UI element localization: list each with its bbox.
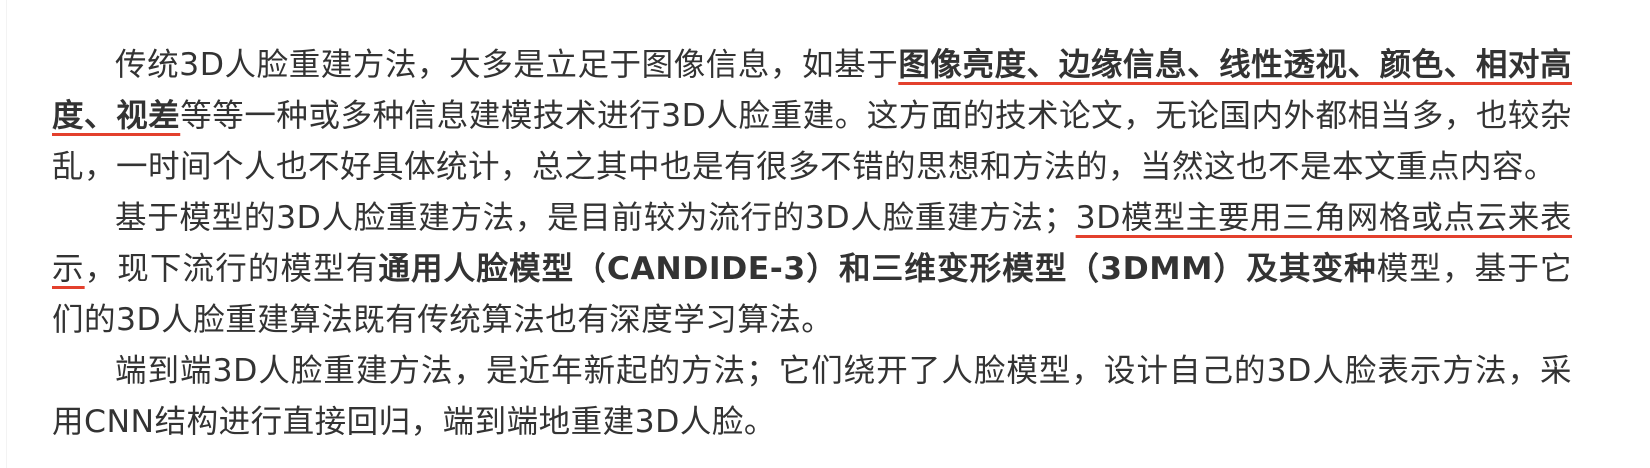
- page-edge-divider: [6, 0, 7, 468]
- paragraph-model-based-methods: 基于模型的3D人脸重建方法，是目前较为流行的3D人脸重建方法；3D模型主要用三角…: [52, 193, 1572, 346]
- text-segment: 端到端3D人脸重建方法，是近年新起的方法；它们绕开了人脸模型，设计自己的3D人脸…: [52, 353, 1572, 440]
- paragraph-end-to-end-methods: 端到端3D人脸重建方法，是近年新起的方法；它们绕开了人脸模型，设计自己的3D人脸…: [52, 346, 1572, 448]
- bold-model-names: 通用人脸模型（CANDIDE-3）和三维变形模型（3DMM）及其变种: [378, 251, 1377, 287]
- article-body: 传统3D人脸重建方法，大多是立足于图像信息，如基于图像亮度、边缘信息、线性透视、…: [52, 40, 1572, 448]
- text-segment: 传统3D人脸重建方法，大多是立足于图像信息，如基于: [115, 47, 899, 83]
- text-segment: ，现下流行的模型有: [84, 251, 379, 287]
- text-segment: 基于模型的3D人脸重建方法，是目前较为流行的3D人脸重建方法；: [115, 200, 1076, 236]
- paragraph-traditional-methods: 传统3D人脸重建方法，大多是立足于图像信息，如基于图像亮度、边缘信息、线性透视、…: [52, 40, 1572, 193]
- text-segment: 等等一种或多种信息建模技术进行3D人脸重建。这方面的技术论文，无论国内外都相当多…: [52, 98, 1572, 185]
